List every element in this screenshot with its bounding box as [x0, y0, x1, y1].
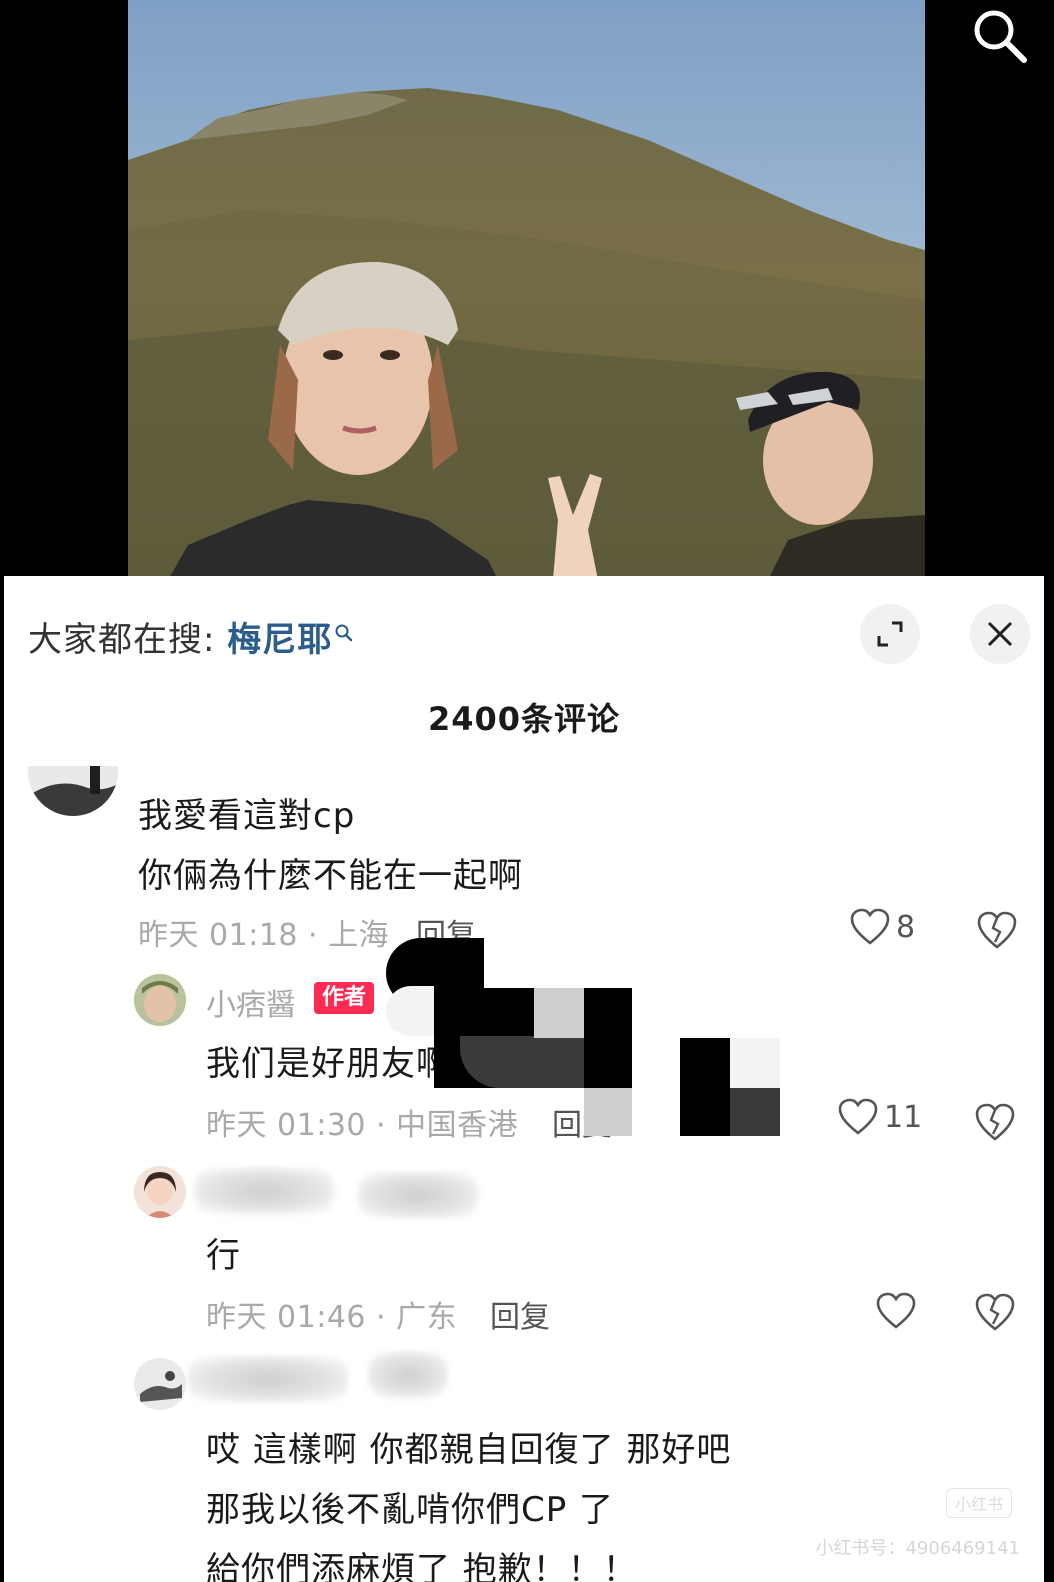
hot-search-label: 大家都在搜:	[28, 620, 228, 660]
like-button[interactable]: 11	[838, 1098, 922, 1136]
blurred-username	[188, 1356, 348, 1402]
dislike-button[interactable]	[976, 910, 1018, 950]
selfie-photo	[128, 0, 925, 580]
like-button[interactable]	[876, 1292, 916, 1330]
blurred-username	[194, 1168, 334, 1214]
dislike-button[interactable]	[974, 1292, 1016, 1332]
comment-sheet: 大家都在搜: 梅尼耶 2400条评论 我愛看這對cp 你倆為什麼不能在一起啊 昨…	[4, 576, 1044, 1582]
comment-meta: 昨天 01:30 · 中国香港	[206, 1108, 519, 1143]
avatar[interactable]	[134, 974, 186, 1026]
like-button[interactable]: 8	[850, 908, 915, 946]
search-icon	[334, 612, 354, 642]
hot-search-keyword[interactable]: 梅尼耶	[227, 620, 332, 660]
expand-icon	[877, 621, 903, 647]
comment-meta: 昨天 01:18 · 上海	[138, 918, 390, 953]
comment-text: 哎 這樣啊 你都親自回復了 那好吧	[206, 1430, 732, 1470]
video-area	[0, 0, 1054, 580]
close-button[interactable]	[970, 604, 1030, 664]
blurred-username	[368, 1352, 448, 1398]
comment-meta: 昨天 01:46 · 广东	[206, 1300, 458, 1335]
broken-heart-icon	[977, 911, 1017, 949]
close-icon	[987, 621, 1013, 647]
avatar[interactable]	[134, 1166, 186, 1218]
author-badge: 作者	[314, 982, 375, 1014]
blurred-username	[358, 1172, 478, 1218]
expand-button[interactable]	[860, 604, 920, 664]
comment-text: 我愛看這對cp	[138, 796, 356, 836]
like-count: 8	[896, 909, 916, 945]
avatar[interactable]	[28, 766, 118, 816]
heart-icon	[850, 908, 890, 945]
comment-text: 行	[206, 1236, 241, 1276]
search-button[interactable]	[968, 4, 1032, 68]
reply-button[interactable]: 回复	[490, 1292, 550, 1336]
search-icon	[974, 10, 1027, 63]
comment-text: 給你們添麻煩了 抱歉！！！	[206, 1550, 638, 1582]
dislike-button[interactable]	[974, 1102, 1016, 1142]
video-frame[interactable]	[128, 0, 925, 580]
watermark-logo: 小红书	[945, 1488, 1012, 1518]
broken-heart-icon	[975, 1293, 1015, 1331]
heart-icon	[838, 1098, 878, 1135]
username[interactable]: 小痞醤	[206, 980, 296, 1024]
like-count: 11	[884, 1099, 923, 1135]
comment-text: 你倆為什麼不能在一起啊	[138, 856, 523, 896]
comment-count: 2400条评论	[427, 700, 621, 738]
comment-text: 那我以後不亂啃你們CP 了	[206, 1490, 615, 1530]
broken-heart-icon	[975, 1103, 1015, 1141]
heart-icon	[876, 1292, 916, 1329]
watermark: 小红书号：4906469141	[815, 1538, 1020, 1559]
hot-search-bar[interactable]: 大家都在搜: 梅尼耶	[28, 612, 354, 661]
avatar[interactable]	[134, 1358, 186, 1410]
comment-text: 我们是好朋友啊	[206, 1044, 451, 1084]
